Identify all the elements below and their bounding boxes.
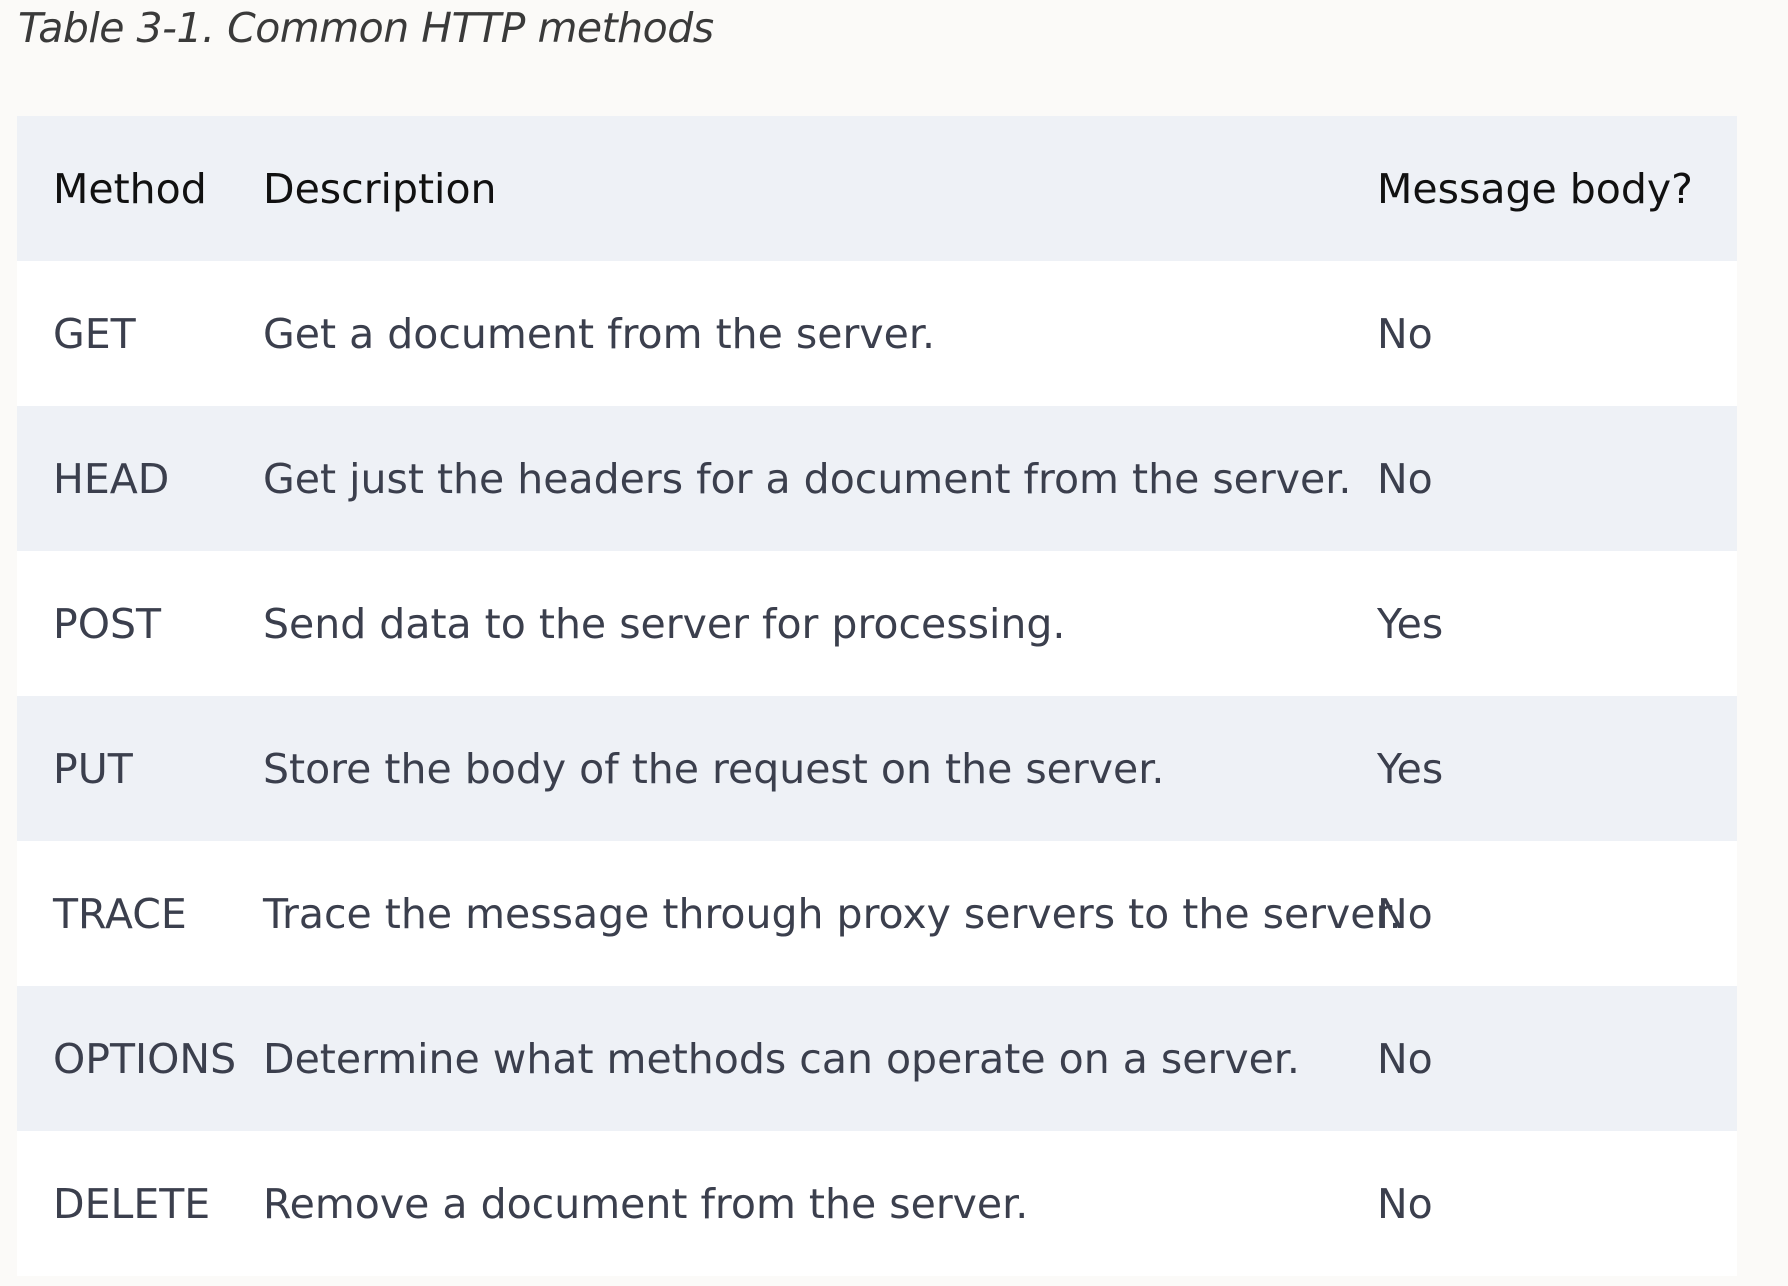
cell-message-body: No: [1377, 889, 1433, 938]
header-message-body: Message body?: [1377, 164, 1693, 213]
cell-message-body: Yes: [1377, 599, 1444, 648]
cell-description: Get just the headers for a document from…: [263, 454, 1352, 503]
cell-method: DELETE: [53, 1179, 211, 1228]
cell-method: OPTIONS: [53, 1034, 237, 1083]
table-caption: Table 3-1. Common HTTP methods: [18, 4, 714, 52]
header-method: Method: [53, 164, 207, 213]
table-row: OPTIONS Determine what methods can opera…: [17, 986, 1737, 1131]
cell-message-body: No: [1377, 1034, 1433, 1083]
cell-method: PUT: [53, 744, 133, 793]
header-description: Description: [263, 164, 497, 213]
cell-message-body: No: [1377, 309, 1433, 358]
http-methods-table: Method Description Message body? GET Get…: [17, 116, 1737, 1276]
cell-method: TRACE: [53, 889, 187, 938]
table-row: HEAD Get just the headers for a document…: [17, 406, 1737, 551]
cell-method: GET: [53, 309, 136, 358]
table-row: TRACE Trace the message through proxy se…: [17, 841, 1737, 986]
table-row: PUT Store the body of the request on the…: [17, 696, 1737, 841]
table-header-row: Method Description Message body?: [17, 116, 1737, 261]
cell-method: HEAD: [53, 454, 170, 503]
cell-method: POST: [53, 599, 162, 648]
cell-description: Determine what methods can operate on a …: [263, 1034, 1300, 1083]
cell-description: Get a document from the server.: [263, 309, 935, 358]
cell-message-body: No: [1377, 1179, 1433, 1228]
cell-message-body: No: [1377, 454, 1433, 503]
cell-message-body: Yes: [1377, 744, 1444, 793]
table-row: GET Get a document from the server. No: [17, 261, 1737, 406]
cell-description: Store the body of the request on the ser…: [263, 744, 1165, 793]
cell-description: Send data to the server for processing.: [263, 599, 1066, 648]
cell-description: Remove a document from the server.: [263, 1179, 1029, 1228]
table-row: POST Send data to the server for process…: [17, 551, 1737, 696]
cell-description: Trace the message through proxy servers …: [263, 889, 1402, 938]
table-row: DELETE Remove a document from the server…: [17, 1131, 1737, 1276]
